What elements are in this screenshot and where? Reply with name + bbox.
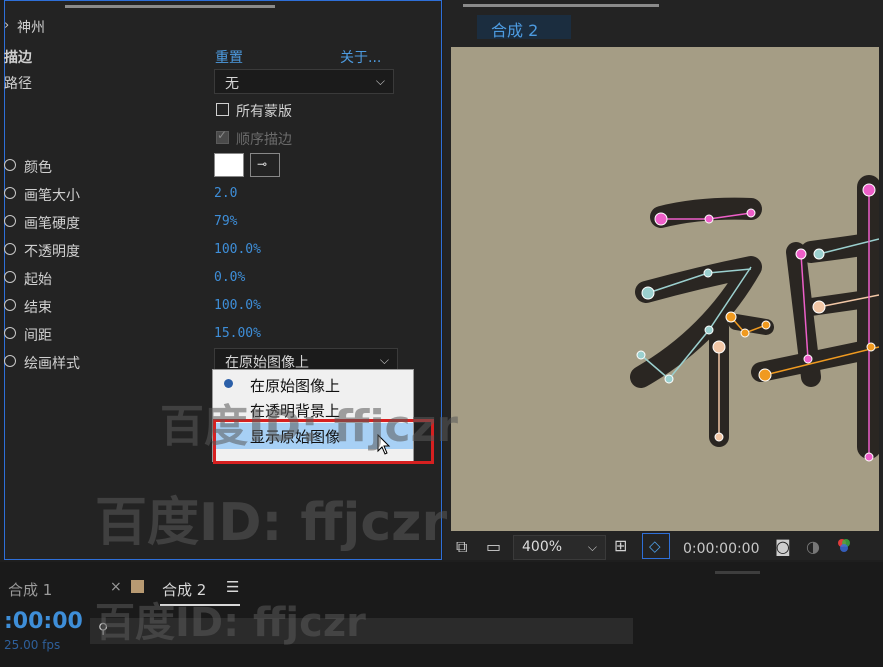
- eyedropper-icon: ⊸: [257, 157, 268, 171]
- tab-label: 合成 2: [491, 21, 539, 40]
- brush-size-value[interactable]: 2.0: [214, 186, 237, 201]
- opacity-label: 不透明度: [24, 244, 80, 260]
- end-label: 结束: [24, 300, 52, 316]
- expand-arrow-icon[interactable]: ›: [4, 18, 9, 33]
- spacing-value[interactable]: 15.00%: [214, 326, 261, 341]
- timecode-display[interactable]: 0:00:00:00: [683, 541, 760, 557]
- opacity-value[interactable]: 100.0%: [214, 242, 261, 257]
- color-channels-icon[interactable]: [836, 538, 852, 554]
- stopwatch-icon[interactable]: [4, 187, 16, 199]
- paint-style-label: 绘画样式: [24, 356, 80, 372]
- path-dropdown[interactable]: 无 ⌵: [214, 69, 394, 94]
- stopwatch-icon[interactable]: [4, 243, 16, 255]
- sequential-label: 顺序描边: [236, 132, 292, 148]
- panel-scrollbar[interactable]: [463, 4, 659, 7]
- tab-composition-1[interactable]: 合成 1: [8, 579, 52, 600]
- brush-size-label: 画笔大小: [24, 188, 80, 204]
- zoom-value: 400%: [522, 539, 563, 555]
- effect-name[interactable]: 描边: [4, 47, 32, 67]
- color-label: 颜色: [24, 160, 52, 176]
- chevron-down-icon: ⌵: [587, 540, 597, 554]
- work-area-bar[interactable]: [715, 571, 760, 574]
- stopwatch-icon[interactable]: [4, 327, 16, 339]
- end-value[interactable]: 100.0%: [214, 298, 261, 313]
- stopwatch-icon[interactable]: [4, 271, 16, 283]
- watermark: 百度ID: ffjczr: [95, 493, 448, 553]
- brush-hardness-label: 画笔硬度: [24, 216, 80, 232]
- all-masks-label: 所有蒙版: [236, 104, 292, 120]
- mask-path-icon: ◇: [649, 537, 661, 555]
- selected-radio-icon: [224, 379, 233, 388]
- eyedropper-button[interactable]: ⊸: [250, 153, 280, 177]
- spacing-label: 间距: [24, 328, 52, 344]
- watermark: 百度ID: ffjczr: [160, 401, 458, 452]
- all-masks-checkbox[interactable]: [216, 103, 229, 116]
- stopwatch-icon[interactable]: [4, 159, 16, 171]
- start-label: 起始: [24, 272, 52, 288]
- color-swatch[interactable]: [214, 153, 244, 177]
- stopwatch-icon[interactable]: [4, 355, 16, 367]
- path-value: 无: [225, 76, 239, 92]
- chevron-down-icon: ⌵: [375, 74, 385, 88]
- mask-visibility-button[interactable]: ◇: [642, 533, 670, 559]
- panel-scrollbar[interactable]: [65, 5, 275, 8]
- fps-label: 25.00 fps: [4, 638, 61, 652]
- composition-viewer[interactable]: [451, 47, 879, 531]
- stopwatch-icon[interactable]: [4, 299, 16, 311]
- start-value[interactable]: 0.0%: [214, 270, 245, 285]
- glyph-canvas: [630, 175, 879, 462]
- path-label: 路径: [4, 76, 32, 92]
- chevron-down-icon: ⌵: [379, 353, 389, 367]
- tab-composition-2[interactable]: 合成 2: [477, 15, 571, 40]
- stopwatch-icon[interactable]: [4, 215, 16, 227]
- zoom-dropdown[interactable]: 400% ⌵: [513, 535, 606, 560]
- show-snapshot-icon[interactable]: ◑: [806, 537, 820, 556]
- reset-link[interactable]: 重置: [215, 47, 243, 67]
- monitor-icon[interactable]: ▭: [486, 537, 501, 556]
- always-preview-icon[interactable]: ⧉: [456, 537, 467, 557]
- sequential-checkbox[interactable]: ✓: [216, 128, 229, 144]
- brush-hardness-value[interactable]: 79%: [214, 214, 237, 229]
- about-link[interactable]: 关于...: [340, 47, 381, 67]
- camera-icon[interactable]: ◙: [775, 537, 791, 556]
- layer-name: 神州: [17, 20, 45, 36]
- grid-guides-icon[interactable]: ⊞: [614, 536, 627, 555]
- watermark: 百度ID: ffjczr: [95, 600, 366, 646]
- current-time[interactable]: :00:00: [4, 609, 83, 634]
